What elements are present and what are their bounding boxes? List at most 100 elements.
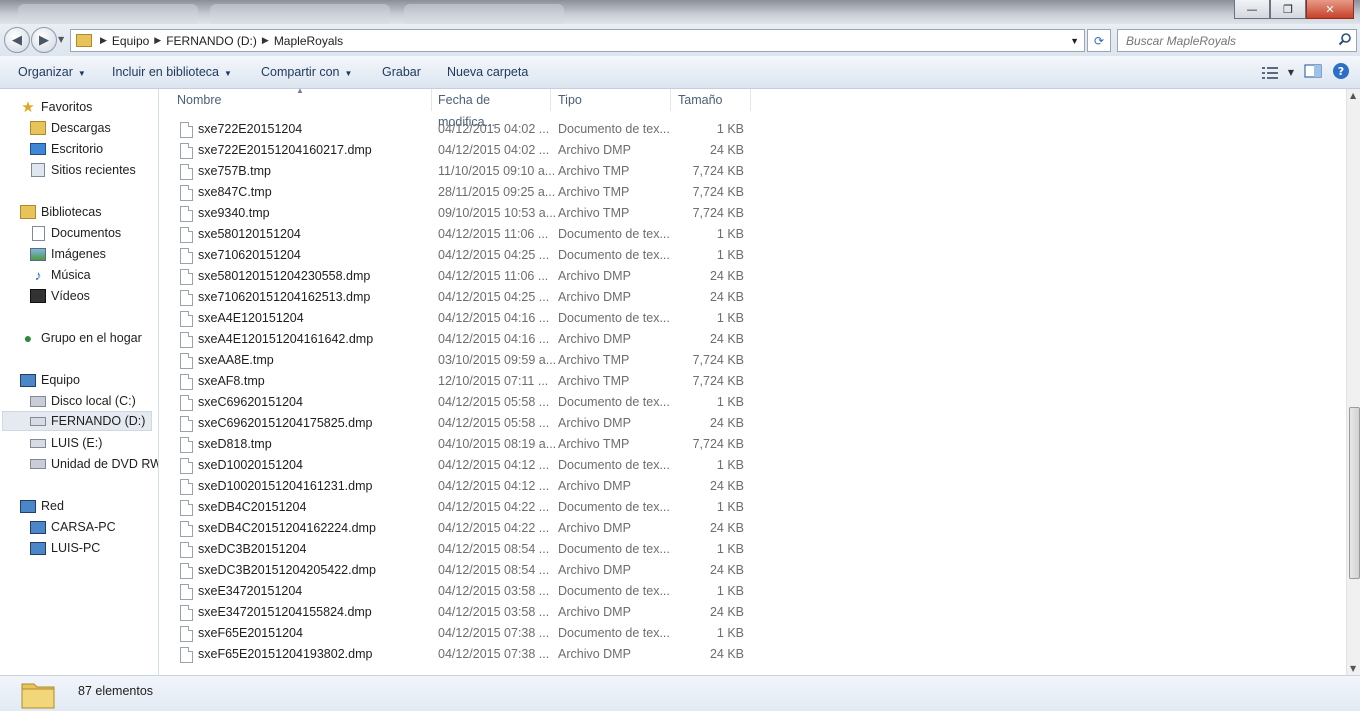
preview-pane-button[interactable] (1304, 64, 1322, 81)
file-type: Archivo DMP (558, 269, 631, 283)
nav-homegroup[interactable]: ● Grupo en el hogar (20, 328, 142, 348)
nav-desktop[interactable]: Escritorio (30, 139, 103, 159)
scrollbar-thumb[interactable] (1349, 407, 1360, 579)
burn-button[interactable]: Grabar (382, 65, 421, 79)
nav-disk-c[interactable]: Disco local (C:) (30, 391, 136, 411)
breadcrumb-equipo[interactable]: Equipo (107, 34, 154, 48)
file-row[interactable]: sxeC69620151204 04/12/2015 05:58 ... Docum… (160, 392, 760, 413)
share-with-button[interactable]: Compartir con ▼ (261, 65, 352, 79)
nav-favorites[interactable]: ★ Favoritos (20, 97, 92, 117)
column-header-date[interactable]: Fecha de modifica... (431, 89, 551, 129)
file-row[interactable]: sxe710620151204162513.dmp 04/12/2015 04:2… (160, 287, 760, 308)
file-size: 1 KB (716, 248, 744, 262)
file-row[interactable]: sxeDB4C20151204162224.dmp 04/12/2015 04:2… (160, 518, 760, 539)
file-row[interactable]: sxeE34720151204155824.dmp 04/12/2015 03:5… (160, 602, 760, 623)
file-row[interactable]: sxeAF8.tmp 12/10/2015 07:11 ... Archivo TM… (160, 371, 760, 392)
file-name: sxeF65E20151204 (198, 626, 303, 640)
file-row[interactable]: sxe847C.tmp 28/11/2015 09:25 a... Archivo … (160, 182, 760, 203)
column-header-size[interactable]: Tamaño (671, 89, 751, 111)
breadcrumb-mapleroyals[interactable]: MapleRoyals (269, 34, 348, 48)
nav-music[interactable]: ♪ Música (30, 265, 91, 285)
text-file-icon (180, 227, 193, 243)
file-row[interactable]: sxeA4E120151204 04/12/2015 04:16 ... Docum… (160, 308, 760, 329)
file-row[interactable]: sxeA4E120151204161642.dmp 04/12/2015 04:1… (160, 329, 760, 350)
nav-recent[interactable]: Sitios recientes (30, 160, 136, 180)
minimize-button[interactable]: — (1234, 0, 1270, 19)
downloads-folder-icon (30, 120, 46, 136)
nav-libraries[interactable]: Bibliotecas (20, 202, 101, 222)
text-file-icon (180, 500, 193, 516)
file-row[interactable]: sxeF65E20151204 04/12/2015 07:38 ... Docum… (160, 623, 760, 644)
organize-button[interactable]: Organizar ▼ (18, 65, 86, 79)
scroll-up-arrow-icon[interactable]: ▲ (1350, 91, 1356, 100)
nav-pc2[interactable]: LUIS-PC (30, 538, 100, 558)
file-size: 1 KB (716, 395, 744, 409)
nav-dvd[interactable]: Unidad de DVD RW ( (30, 454, 158, 474)
nav-network[interactable]: Red (20, 496, 64, 516)
file-row[interactable]: sxeC69620151204175825.dmp 04/12/2015 05:5… (160, 413, 760, 434)
column-header-type[interactable]: Tipo (551, 89, 671, 111)
file-row[interactable]: sxe580120151204 04/12/2015 11:06 ... Docum… (160, 224, 760, 245)
nav-pc1[interactable]: CARSA-PC (30, 517, 116, 537)
forward-button[interactable]: ▶ (31, 27, 57, 53)
file-date: 04/10/2015 08:19 a... (438, 437, 557, 451)
file-row[interactable]: sxe9340.tmp 09/10/2015 10:53 a... Archivo … (160, 203, 760, 224)
nav-videos[interactable]: Vídeos (30, 286, 90, 306)
file-row[interactable]: sxe722E20151204 04/12/2015 04:02 ... Docum… (160, 119, 760, 140)
file-name: sxeA4E120151204 (198, 311, 304, 325)
file-type: Documento de tex... (558, 395, 670, 409)
text-file-icon (180, 206, 193, 222)
file-name: sxeDC3B20151204 (198, 542, 307, 556)
file-row[interactable]: sxeD818.tmp 04/10/2015 08:19 a... Archivo … (160, 434, 760, 455)
file-row[interactable]: sxeAA8E.tmp 03/10/2015 09:59 a... Archivo … (160, 350, 760, 371)
file-row[interactable]: sxe722E20151204160217.dmp 04/12/2015 04:0… (160, 140, 760, 161)
text-file-icon (180, 521, 193, 537)
search-box[interactable] (1117, 29, 1357, 52)
scroll-down-arrow-icon[interactable]: ▼ (1350, 664, 1356, 673)
maximize-button[interactable]: ❐ (1270, 0, 1306, 19)
vertical-scrollbar[interactable]: ▲ ▼ (1346, 89, 1360, 675)
new-folder-button[interactable]: Nueva carpeta (447, 65, 528, 79)
file-row[interactable]: sxeDC3B20151204 04/12/2015 08:54 ... Docum… (160, 539, 760, 560)
text-file-icon (180, 395, 193, 411)
computer-icon (30, 519, 46, 535)
nav-label: LUIS-PC (51, 541, 101, 555)
file-row[interactable]: sxeE34720151204 04/12/2015 03:58 ... Docum… (160, 581, 760, 602)
nav-disk-e[interactable]: LUIS (E:) (30, 433, 102, 453)
nav-label: Documentos (51, 226, 122, 240)
address-bar[interactable]: ▶ Equipo ▶ FERNANDO (D:) ▶ MapleRoyals ▼ (70, 29, 1085, 52)
search-input[interactable] (1124, 30, 1328, 51)
nav-label: Descargas (51, 121, 111, 135)
include-library-button[interactable]: Incluir en biblioteca ▼ (112, 65, 232, 79)
search-icon[interactable] (1338, 32, 1352, 49)
nav-disk-d[interactable]: FERNANDO (D:) (2, 411, 152, 431)
folder-icon (21, 683, 55, 709)
back-button[interactable]: ◀ (4, 27, 30, 53)
file-row[interactable]: sxe580120151204230558.dmp 04/12/2015 11:0… (160, 266, 760, 287)
nav-computer[interactable]: Equipo (20, 370, 80, 390)
file-row[interactable]: sxe757B.tmp 11/10/2015 09:10 a... Archivo … (160, 161, 760, 182)
file-row[interactable]: sxeDB4C20151204 04/12/2015 04:22 ... Docum… (160, 497, 760, 518)
text-file-icon (180, 164, 193, 180)
file-row[interactable]: sxeD10020151204 04/12/2015 04:12 ... Docum… (160, 455, 760, 476)
breadcrumb-fernando[interactable]: FERNANDO (D:) (161, 34, 262, 48)
file-row[interactable]: sxeDC3B20151204205422.dmp 04/12/2015 08:5… (160, 560, 760, 581)
nav-label: Vídeos (51, 289, 90, 303)
nav-downloads[interactable]: Descargas (30, 118, 111, 138)
computer-icon (20, 372, 36, 388)
close-button[interactable]: ✕ (1306, 0, 1354, 19)
file-row[interactable]: sxeD10020151204161231.dmp 04/12/2015 04:1… (160, 476, 760, 497)
nav-images[interactable]: Imágenes (30, 244, 106, 264)
file-name: sxe722E20151204 (198, 122, 303, 136)
change-view-button[interactable]: ▼ (1261, 66, 1294, 80)
status-bar: 87 elementos (0, 675, 1360, 711)
address-dropdown-icon[interactable]: ▼ (1070, 36, 1079, 46)
nav-documents[interactable]: Documentos (30, 223, 121, 243)
help-button[interactable]: ? (1332, 62, 1350, 83)
column-header-name[interactable]: Nombre ▲ (170, 86, 432, 111)
recent-pages-dropdown[interactable]: ▼ (58, 35, 64, 44)
file-row[interactable]: sxe710620151204 04/12/2015 04:25 ... Docum… (160, 245, 760, 266)
file-row[interactable]: sxeF65E20151204193802.dmp 04/12/2015 07:3… (160, 644, 760, 665)
file-date: 04/12/2015 04:02 ... (438, 143, 550, 157)
refresh-button[interactable]: ⟳ (1087, 29, 1111, 52)
